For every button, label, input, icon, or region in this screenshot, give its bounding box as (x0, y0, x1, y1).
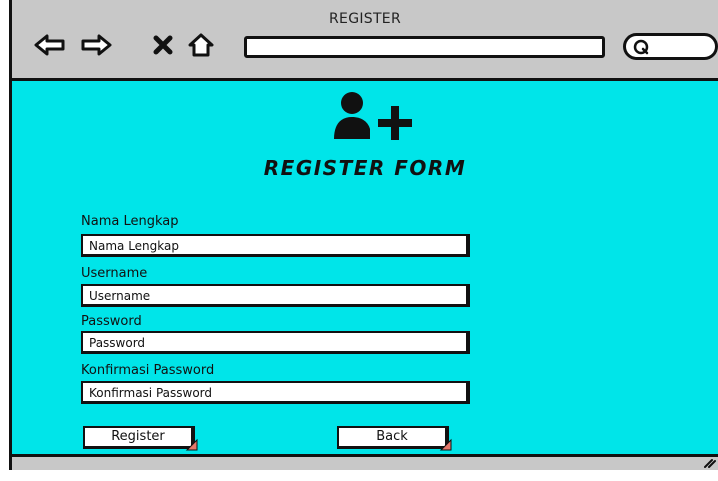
back-button[interactable]: Back (337, 426, 452, 451)
confirm-password-label: Konfirmasi Password (81, 363, 215, 378)
register-button-label: Register (111, 429, 165, 444)
address-bar[interactable] (244, 36, 605, 58)
page-content: REGISTER FORM Nama Lengkap Nama Lengkap … (12, 81, 718, 454)
window-title: REGISTER (329, 11, 401, 27)
fullname-input[interactable]: Nama Lengkap (81, 234, 470, 257)
close-x-icon[interactable] (146, 30, 180, 60)
back-button-label: Back (376, 429, 408, 444)
button-corner-icon (439, 438, 452, 451)
fullname-label: Nama Lengkap (81, 214, 179, 229)
user-add-icon (334, 91, 414, 145)
home-icon[interactable] (184, 30, 218, 60)
password-input[interactable]: Password (81, 331, 470, 354)
browser-window: REGISTER REGISTER FORM Nama Lengkap Nama… (9, 0, 718, 470)
back-arrow-icon[interactable] (33, 30, 67, 60)
button-corner-icon (185, 438, 198, 451)
search-icon (633, 39, 649, 55)
password-label: Password (81, 314, 142, 329)
register-button[interactable]: Register (83, 426, 198, 451)
search-field[interactable] (623, 33, 718, 60)
browser-toolbar: REGISTER (12, 0, 718, 81)
resize-grip-icon[interactable] (702, 458, 716, 468)
confirm-password-input[interactable]: Konfirmasi Password (81, 381, 470, 404)
status-bar (12, 454, 718, 470)
username-input[interactable]: Username (81, 284, 470, 307)
forward-arrow-icon[interactable] (79, 30, 113, 60)
form-title: REGISTER FORM (263, 156, 467, 180)
username-label: Username (81, 266, 148, 281)
